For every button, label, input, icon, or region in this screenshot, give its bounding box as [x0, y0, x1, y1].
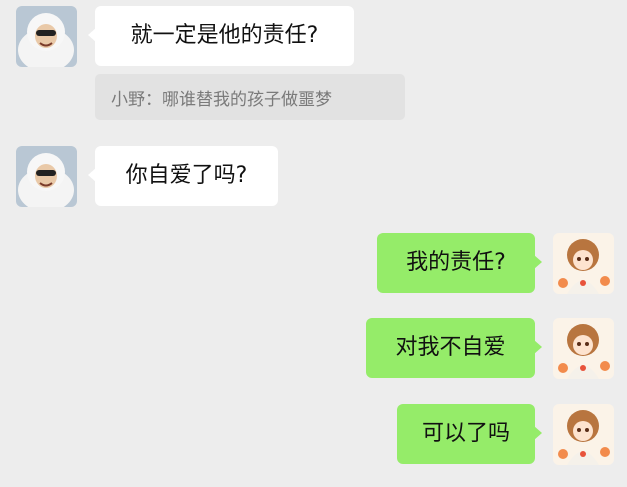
self-avatar[interactable] [553, 404, 614, 465]
message-text: 就一定是他的责任? [130, 23, 319, 48]
message-bubble[interactable]: 我的责任? [377, 233, 542, 293]
message-text: 可以了吗 [421, 421, 510, 446]
self-avatar[interactable] [553, 318, 614, 379]
message-bubble[interactable]: 可以了吗 [397, 404, 542, 464]
contact-avatar[interactable] [16, 6, 77, 67]
message-text: 你自爱了吗? [125, 163, 248, 188]
anime-avatar-icon [553, 318, 614, 379]
contact-avatar[interactable] [16, 146, 77, 207]
message-text: 我的责任? [406, 250, 506, 275]
quoted-message[interactable]: 小野：哪谁替我的孩子做噩梦 [95, 74, 405, 120]
message-bubble[interactable]: 你自爱了吗? [88, 146, 278, 206]
anime-avatar-icon [553, 404, 614, 465]
message-bubble[interactable]: 就一定是他的责任? [88, 6, 354, 66]
quoted-message-text: 小野：哪谁替我的孩子做噩梦 [111, 89, 332, 110]
anime-avatar-icon [553, 233, 614, 294]
message-bubble[interactable]: 对我不自爱 [366, 318, 542, 378]
user-avatar-icon [16, 146, 77, 207]
self-avatar[interactable] [553, 233, 614, 294]
user-avatar-icon [16, 6, 77, 67]
message-text: 对我不自爱 [395, 335, 506, 360]
